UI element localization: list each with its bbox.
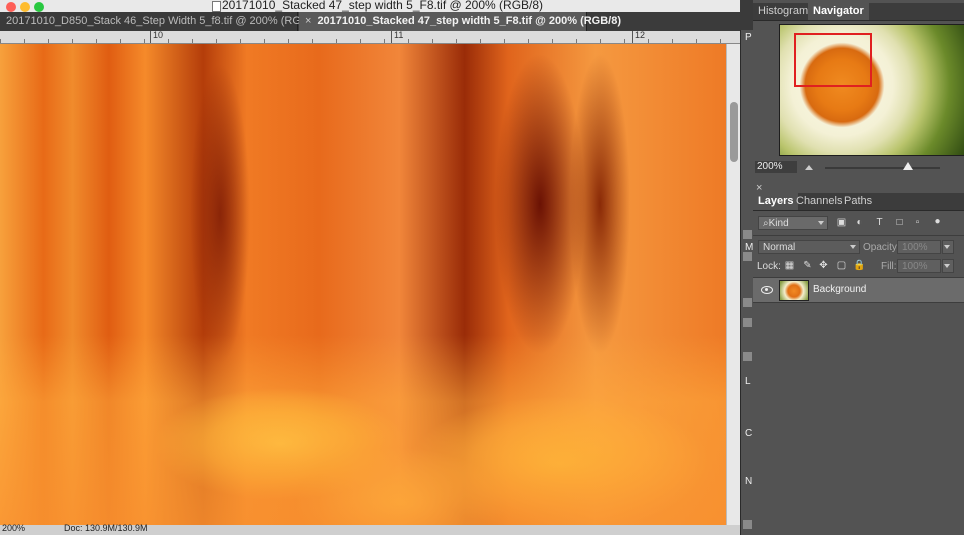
window-title: 20171010_Stacked 47_step width 5_F8.tif … [222,0,544,12]
tab-histogram[interactable]: Histogram [753,3,813,20]
tab-paths[interactable]: Paths [839,193,877,210]
lock-all-icon[interactable]: 🔒 [853,259,866,272]
window-close-button[interactable] [6,2,16,12]
strip-icon[interactable] [743,230,752,239]
horizontal-ruler[interactable]: 10 11 12 [0,31,740,44]
navigator-thumbnail[interactable] [779,24,964,156]
layers-panel: × Layers Channels Paths ⌕Kind ▣ ◐ T □ ▫ … [753,182,964,535]
ruler-label: 11 [394,31,404,40]
blend-opacity-row: Normal Opacity: 100% [753,237,964,257]
image-canvas[interactable] [0,44,726,525]
smart-object-filter-icon[interactable]: ▫ [911,216,924,229]
strip-icon[interactable] [743,352,752,361]
opacity-label: Opacity: [863,242,900,253]
zoom-slider-thumb[interactable] [902,162,913,170]
layer-row-background[interactable]: Background [753,278,964,302]
close-tab-icon[interactable]: × [305,15,311,27]
lock-image-icon[interactable]: ✎ [801,259,814,272]
lock-label: Lock: [757,261,781,272]
layer-thumbnail [779,280,809,301]
lock-artboard-icon[interactable]: ▢ [835,259,848,272]
strip-icon[interactable] [743,298,752,307]
window-zoom-button[interactable] [34,2,44,12]
filter-toggle-icon[interactable]: ● [931,215,944,228]
type-filter-icon[interactable]: T [873,216,886,229]
strip-label[interactable]: P [745,32,752,43]
strip-label[interactable]: N [745,476,752,487]
navigator-zoom-input[interactable]: 200% [755,161,797,173]
status-zoom[interactable]: 200% [2,523,25,533]
status-bar: 200% Doc: 130.9M/130.9M [0,523,740,535]
lock-transparency-icon[interactable]: ▦ [783,259,796,272]
document-tab-stacked-47[interactable]: × 20171010_Stacked 47_step width 5_F8.tif… [299,12,621,31]
strip-icon[interactable] [743,520,752,529]
ruler-label: 12 [635,31,646,40]
document-tab-bar: 20171010_D850_Stack 46_Step Width 5_f8.t… [0,12,740,32]
layer-name: Background [813,284,867,295]
tab-label: 20171010_Stacked 47_step width 5_F8.tif … [317,15,622,27]
strip-icon[interactable] [743,318,752,327]
strip-label[interactable]: C [745,428,752,439]
fill-label: Fill: [881,261,897,272]
ruler-label: 10 [153,31,164,40]
layers-tab-bar: Layers Channels Paths [753,193,964,211]
navigator-view-box[interactable] [794,33,872,87]
strip-label[interactable]: L [745,376,751,387]
visibility-eye-icon[interactable] [761,286,773,294]
fill-dropdown[interactable] [942,259,954,273]
scrollbar-thumb[interactable] [730,102,738,162]
lock-position-icon[interactable]: ✥ [817,259,830,272]
ruler-tick [632,31,633,43]
navigator-tab-bar: Histogram Navigator [753,3,964,21]
window-titlebar: 20171010_Stacked 47_step width 5_F8.tif … [0,0,740,12]
strip-icon[interactable] [743,252,752,261]
tab-navigator[interactable]: Navigator [808,3,869,20]
status-doc-size: Doc: 130.9M/130.9M [64,523,148,533]
pixel-filter-icon[interactable]: ▣ [835,216,848,229]
document-tab-stack-46[interactable]: 20171010_D850_Stack 46_Step Width 5_f8.t… [0,12,321,31]
collapsed-panel-strip: P M L C N [740,30,754,535]
fill-input[interactable]: 100% [897,259,941,273]
window-minimize-button[interactable] [20,2,30,12]
shape-filter-icon[interactable]: □ [893,216,906,229]
zoom-out-icon[interactable] [805,165,813,170]
adjustment-filter-icon[interactable]: ◐ [853,216,866,229]
navigator-panel: Histogram Navigator 200% [753,3,964,178]
kind-filter-label: Kind [768,218,789,229]
layer-filter-row: ⌕Kind ▣ ◐ T □ ▫ ● [753,214,964,234]
opacity-dropdown[interactable] [942,240,954,254]
kind-filter-select[interactable]: ⌕Kind [758,216,828,230]
ruler-tick [391,31,392,43]
tab-label: 20171010_D850_Stack 46_Step Width 5_f8.t… [6,15,322,27]
blend-mode-label: Normal [763,242,796,253]
navigator-zoom-slider[interactable] [825,167,940,169]
blend-mode-select[interactable]: Normal [758,240,860,254]
lock-fill-row: Lock: ▦ ✎ ✥ ▢ 🔒 Fill: 100% [753,256,964,276]
ruler-tick [150,31,151,43]
navigator-zoom-row: 200% [753,159,964,175]
document-icon [212,1,221,12]
opacity-input[interactable]: 100% [897,240,941,254]
image-pollen-region [0,335,726,525]
vertical-scrollbar[interactable] [726,44,741,525]
